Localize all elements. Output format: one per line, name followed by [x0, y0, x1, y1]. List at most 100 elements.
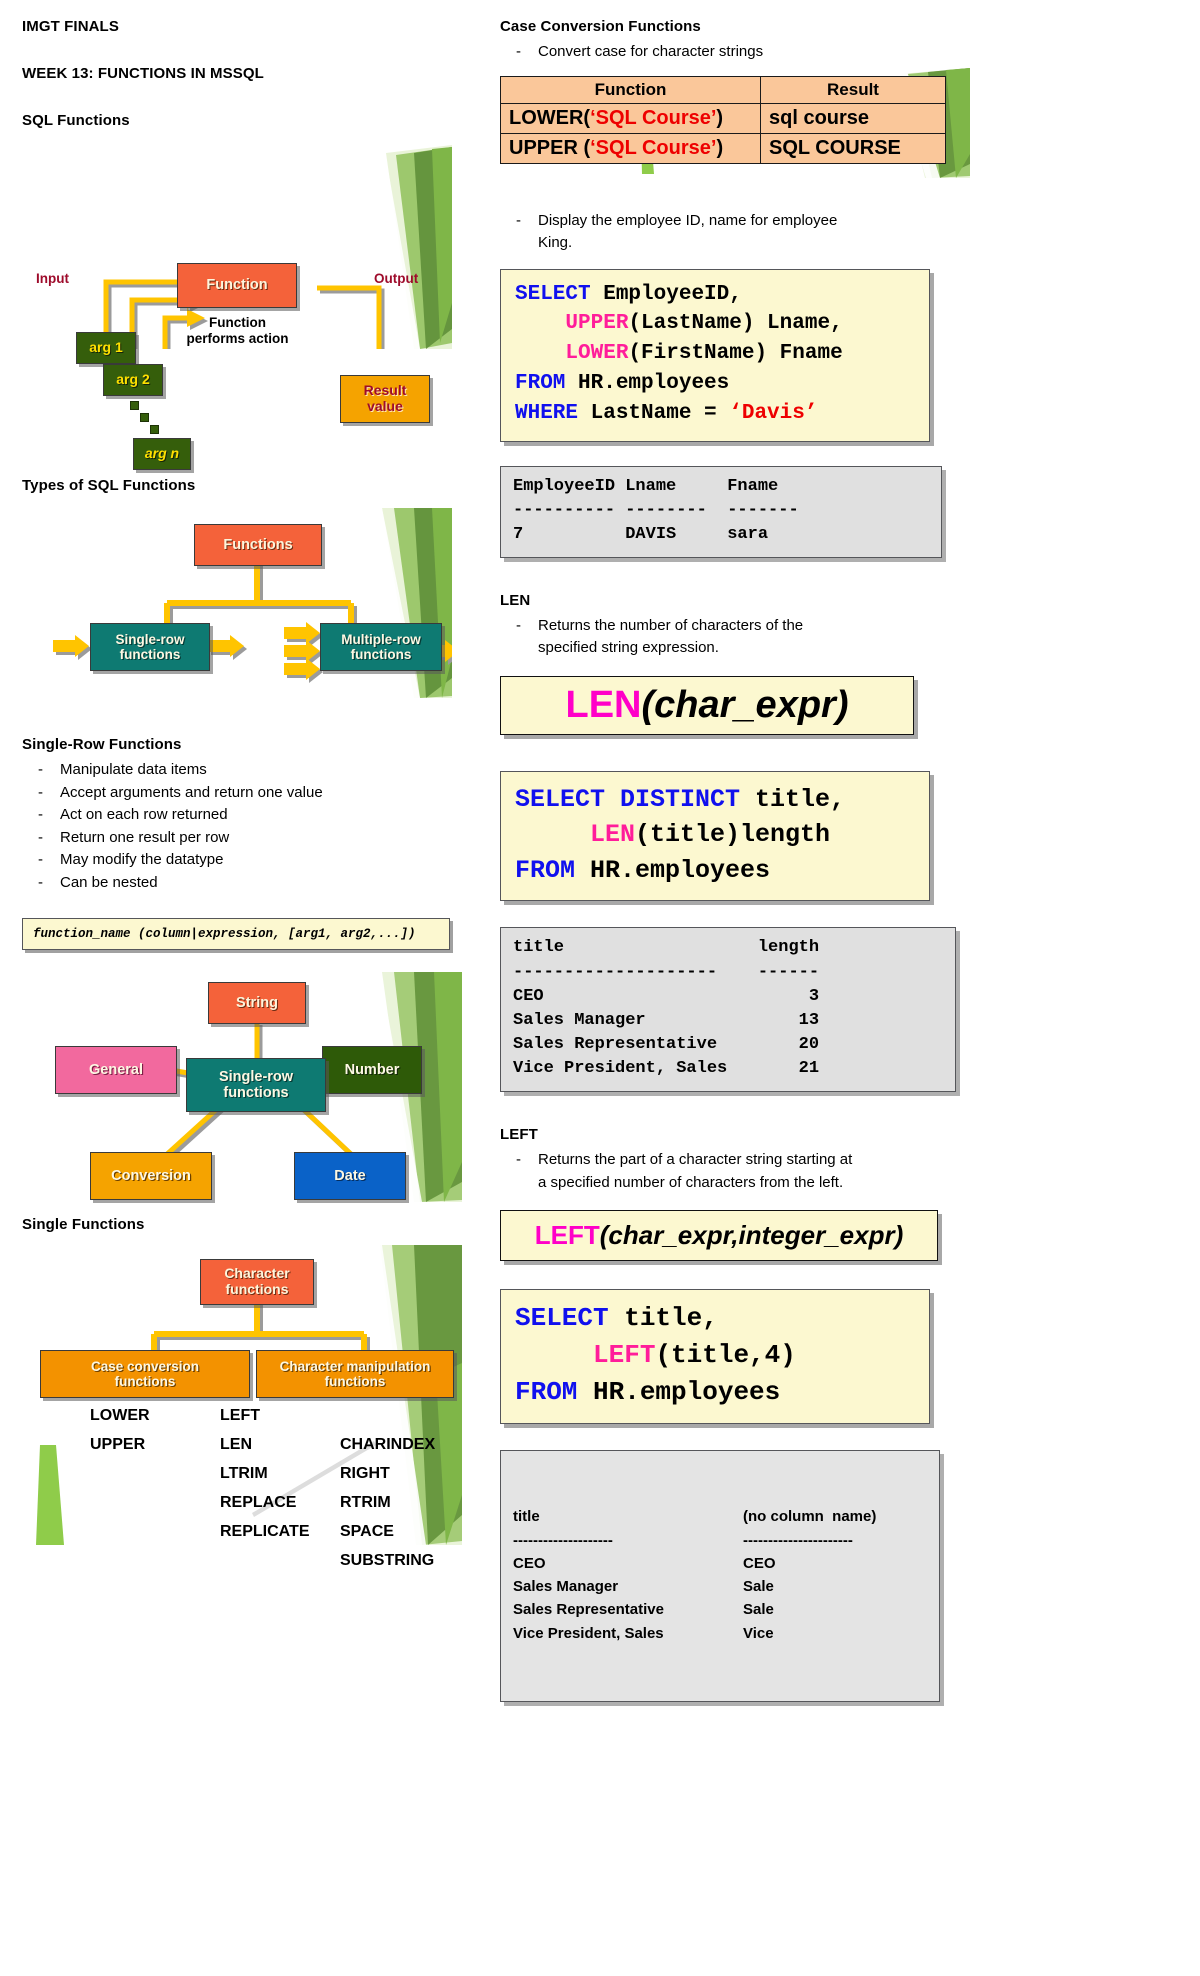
rule-right: ---------------------- — [743, 1531, 853, 1549]
radial-date-box: Date — [294, 1152, 406, 1200]
list-item: Return one result per row — [22, 827, 482, 850]
caption-line-1: Function — [209, 315, 266, 330]
list-item: LEN — [220, 1436, 252, 1453]
len-signature-arg: char_expr — [654, 683, 836, 726]
result-table-left: title (no column name) -----------------… — [500, 1449, 940, 1703]
radial-general-box: General — [55, 1046, 177, 1094]
case-conversion-line-1: Case conversion — [90, 1358, 200, 1374]
diagram-result-box: Result value — [340, 375, 430, 423]
case-conversion-bullets: Convert case for character strings — [500, 41, 1180, 64]
list-item: SPACE — [340, 1523, 394, 1540]
code-block-len: SELECT DISTINCT title, LEN(title)length … — [500, 770, 930, 902]
diagram-single-row-radial: String General Number Single-row functio… — [22, 972, 462, 1202]
result-table-upper-lower: EmployeeID Lname Fname ---------- ------… — [500, 465, 942, 558]
code-block-upper-lower: SELECT EmployeeID, UPPER(LastName) Lname… — [500, 268, 930, 442]
cell-left-value: CEO — [743, 1554, 776, 1572]
case-conversion-table-wrap: Function Result LOWER(‘SQL Course’) sql … — [500, 67, 1180, 178]
column-header-nocolumn: (no column name) — [743, 1508, 877, 1526]
cell-title: Vice President, Sales — [513, 1624, 664, 1642]
right-column: Case Conversion Functions Convert case f… — [500, 18, 1180, 1703]
upper-suffix: ) — [716, 136, 724, 159]
section-types-of-sql-functions: Types of SQL Functions — [22, 477, 196, 494]
len-bullets: Returns the number of characters of the … — [500, 615, 1180, 660]
list-item-continued: a specified number of characters from th… — [538, 1173, 844, 1191]
course-title: IMGT FINALS — [22, 18, 119, 35]
diagram-ellipsis-square-2 — [140, 413, 149, 422]
result-table-len: title length -------------------- ------… — [500, 927, 956, 1093]
left-result-grid: title (no column name) -----------------… — [513, 1505, 927, 1645]
diagram-function-caption: Function performs action — [170, 315, 305, 347]
radial-number-box: Number — [322, 1046, 422, 1094]
table-row: UPPER (‘SQL Course’) SQL COURSE — [500, 132, 946, 164]
radial-string-box: String — [208, 982, 306, 1024]
list-item: Can be nested — [22, 872, 482, 895]
radial-center-line-2: functions — [223, 1085, 289, 1101]
cell-left-value: Sale — [743, 1578, 774, 1596]
cell-left-value: Vice — [743, 1624, 774, 1642]
diagram-types: Functions Single-row functions Multiple-… — [22, 508, 452, 698]
display-employee-bullets: Display the employee ID, name for employ… — [500, 210, 1180, 255]
lower-suffix: ) — [716, 106, 724, 129]
slide-page: IMGT FINALS WEEK 13: FUNCTIONS IN MSSQL … — [0, 0, 1200, 1976]
left-signature-box: LEFT(char_expr,integer_expr) — [500, 1210, 938, 1262]
code-line: SELECT EmployeeID, UPPER(LastName) Lname… — [515, 282, 843, 425]
left-signature-fn: LEFT — [534, 1220, 600, 1251]
diagram-arg1-box: arg 1 — [76, 332, 136, 364]
result-line-1: Result — [363, 382, 407, 399]
diagram-ellipsis-square-1 — [130, 401, 139, 410]
case-conversion-line-2: functions — [114, 1374, 176, 1389]
manipulation-function-list-col2: CHARINDEX RIGHT RTRIM SPACE SUBSTRING — [340, 1430, 435, 1575]
list-item: RTRIM — [340, 1494, 391, 1511]
left-signature-arg: char_expr,integer_expr — [608, 1220, 895, 1251]
code-line: SELECT title, LEFT(title,4) FROM HR.empl… — [515, 1303, 796, 1407]
list-item: SUBSTRING — [340, 1552, 435, 1569]
left-column: IMGT FINALS WEEK 13: FUNCTIONS IN MSSQL … — [22, 18, 482, 1569]
diagram-types-multiple-row: Multiple-row functions — [320, 623, 442, 671]
char-root-line-1: Character — [224, 1265, 290, 1282]
column-header-result: Result — [760, 75, 946, 104]
list-item: REPLACE — [220, 1494, 297, 1511]
list-item-continued: King. — [538, 234, 573, 251]
cell-function-upper: UPPER (‘SQL Course’) — [500, 132, 761, 164]
diagram-types-root: Functions — [194, 524, 322, 566]
list-item: CHARINDEX — [340, 1436, 436, 1453]
list-item-continued: specified string expression. — [538, 639, 719, 657]
list-item: LOWER — [90, 1407, 150, 1424]
cell-result-lower: sql course — [760, 102, 946, 134]
list-item: LTRIM — [220, 1465, 268, 1482]
case-conversion-box: Case conversion functions — [40, 1350, 250, 1398]
table-row: Sales Representative Sale — [513, 1598, 927, 1621]
left-signature-close: ) — [894, 1220, 904, 1251]
list-item: Act on each row returned — [22, 804, 482, 827]
case-function-list: LOWER UPPER — [90, 1401, 150, 1459]
single-row-bullet-list: Manipulate data items Accept arguments a… — [22, 759, 482, 894]
table-row: Sales Manager Sale — [513, 1575, 927, 1598]
cell-left-value: Sale — [743, 1601, 774, 1619]
column-header-title: title — [513, 1508, 540, 1526]
upper-prefix: UPPER ( — [509, 136, 591, 159]
radial-center-box: Single-row functions — [186, 1058, 326, 1112]
section-single-functions: Single Functions — [22, 1216, 145, 1233]
left-bullets: Returns the part of a character string s… — [500, 1149, 1180, 1194]
char-manip-line-2: functions — [324, 1374, 386, 1389]
len-signature-open: ( — [641, 683, 655, 726]
diagram-types-single-row: Single-row functions — [90, 623, 210, 671]
section-case-conversion-functions: Case Conversion Functions — [500, 18, 701, 35]
radial-center-line-1: Single-row — [218, 1068, 294, 1085]
list-item: Accept arguments and return one value — [22, 782, 482, 805]
column-header-function: Function — [500, 75, 761, 104]
lower-argument: ‘SQL Course’ — [590, 106, 717, 129]
table-header-row: title (no column name) — [513, 1505, 927, 1528]
list-item: Returns the number of characters of the — [500, 615, 1180, 638]
section-single-row-functions: Single-Row Functions — [22, 736, 182, 753]
list-item: RIGHT — [340, 1465, 390, 1482]
cell-result-upper: SQL COURSE — [760, 132, 946, 164]
section-left: LEFT — [500, 1126, 538, 1144]
week-title: WEEK 13: FUNCTIONS IN MSSQL — [22, 65, 264, 82]
multiple-row-line-1: Multiple-row — [341, 631, 421, 647]
len-signature-box: LEN(char_expr) — [500, 675, 914, 735]
diagram-ellipsis-square-3 — [150, 425, 159, 434]
len-signature-close: ) — [835, 683, 849, 726]
result-line-2: value — [367, 398, 403, 414]
single-row-line-1: Single-row — [115, 631, 185, 647]
